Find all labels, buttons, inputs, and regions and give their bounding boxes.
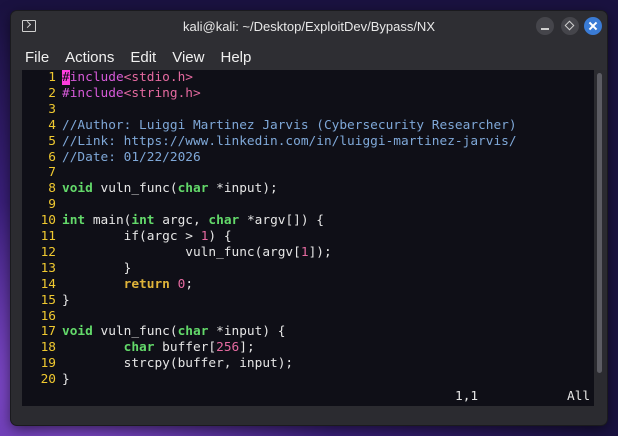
code-token: argc,	[154, 213, 209, 229]
code-token: 1	[300, 244, 309, 260]
code-line: 3	[22, 102, 62, 118]
terminal-editor[interactable]: 1,1 All 1 #include<stdio.h> 2 #include<stri…	[22, 70, 594, 406]
code-line: 15}	[22, 293, 70, 309]
text-cursor: #	[62, 70, 70, 85]
line-number: 3	[48, 101, 56, 117]
code-line: 20}	[22, 372, 70, 388]
code-token: 256	[216, 340, 240, 356]
line-number: 7	[48, 165, 56, 181]
line-number: 10	[40, 213, 56, 229]
maximize-icon[interactable]	[561, 17, 579, 35]
menu-bar: File Actions Edit View Help	[11, 44, 607, 70]
code-token: *argv[]) {	[239, 213, 324, 229]
code-token: #include	[62, 85, 124, 101]
code-line: 5 //Link: https://www.linkedin.com/in/lui…	[22, 133, 517, 150]
scrollbar[interactable]	[596, 70, 603, 406]
code-token: ]);	[308, 244, 332, 260]
cursor-position: 1,1	[455, 389, 479, 404]
code-token: void	[62, 181, 93, 197]
code-token: char	[177, 181, 209, 197]
line-number: 4	[48, 117, 56, 133]
code-token: <string.h>	[123, 85, 201, 101]
code-token: if(argc >	[62, 229, 201, 244]
code-token: }	[62, 260, 132, 276]
line-number: 11	[40, 229, 56, 244]
line-number: 9	[48, 197, 56, 213]
code-token: int	[62, 213, 86, 229]
code-token: include	[69, 70, 124, 85]
code-line: 19 strcpy(buffer, input);	[22, 356, 294, 372]
line-number: 8	[48, 181, 56, 197]
line-number: 1	[48, 70, 56, 85]
code-token: vuln_func(argv[	[62, 244, 301, 260]
code-line: 11 if(argc > 1) {	[22, 229, 232, 245]
line-number: 15	[40, 292, 56, 308]
code-line: 9	[22, 197, 62, 213]
code-token: char	[177, 324, 209, 340]
code-token: vuln_func(	[92, 181, 178, 197]
code-line: 14 return 0;	[22, 277, 193, 293]
code-line: 7	[22, 165, 62, 181]
menu-view[interactable]: View	[172, 49, 204, 66]
window-title: kali@kali: ~/Desktop/ExploitDev/Bypass/N…	[183, 19, 435, 34]
code-token: //Link: https://www.linkedin.com/in/luig…	[62, 133, 517, 149]
code-token: return	[123, 276, 170, 292]
line-number: 5	[48, 133, 56, 149]
code-line: 2 #include<string.h>	[22, 85, 201, 102]
scrollbar-thumb[interactable]	[597, 73, 602, 373]
code-token: *input) {	[208, 324, 286, 340]
menu-edit[interactable]: Edit	[130, 49, 156, 66]
line-number: 12	[40, 244, 56, 260]
code-token: }	[62, 372, 70, 388]
code-token: }	[62, 292, 70, 308]
code-line: 17 void vuln_func(char *input) {	[22, 324, 286, 340]
code-token: strcpy(buffer, input);	[62, 356, 294, 372]
code-line: 16	[22, 309, 62, 325]
line-number: 14	[40, 276, 56, 292]
code-token: main(	[85, 213, 132, 229]
code-token: ) {	[208, 229, 232, 244]
code-line: 12 vuln_func(argv[1]);	[22, 245, 332, 261]
code-line: 6 //Date: 01/22/2026	[22, 149, 201, 166]
code-token: ;	[185, 276, 194, 292]
code-token: //Author: Luiggi Martinez Jarvis (Cybers…	[62, 117, 517, 133]
line-number: 16	[40, 308, 56, 324]
close-icon[interactable]	[584, 17, 602, 35]
line-number: 6	[48, 149, 56, 165]
line-number: 18	[40, 340, 56, 356]
line-number: 2	[48, 85, 56, 101]
code-line: 18 char buffer[256];	[22, 340, 255, 356]
code-token: //Date: 01/22/2026	[62, 149, 201, 165]
title-bar[interactable]: kali@kali: ~/Desktop/ExploitDev/Bypass/N…	[11, 11, 607, 44]
code-line: 8 void vuln_func(char *input);	[22, 181, 278, 197]
menu-file[interactable]: File	[25, 49, 49, 66]
code-token: char	[208, 213, 240, 229]
minimize-icon[interactable]	[536, 17, 554, 35]
menu-actions[interactable]: Actions	[65, 49, 114, 66]
code-token: vuln_func(	[92, 324, 178, 340]
code-token: <stdio.h>	[123, 70, 193, 85]
code-line: 10 int main(int argc, char *argv[]) {	[22, 213, 324, 229]
code-token: int	[131, 213, 155, 229]
code-token: char	[123, 340, 155, 356]
line-number: 13	[40, 260, 56, 276]
code-token: void	[62, 324, 93, 340]
code-token: ];	[239, 340, 255, 356]
line-number: 20	[40, 372, 56, 388]
scroll-indicator: All	[567, 389, 591, 404]
menu-help[interactable]: Help	[220, 49, 251, 66]
line-number: 19	[40, 356, 56, 372]
code-line: 1 #include<stdio.h>	[22, 70, 193, 86]
code-token: buffer[	[154, 340, 217, 356]
code-token: *input);	[208, 181, 278, 197]
terminal-window: kali@kali: ~/Desktop/ExploitDev/Bypass/N…	[11, 11, 607, 425]
code-line: 4 //Author: Luiggi Martinez Jarvis (Cyber…	[22, 117, 517, 134]
line-number: 17	[40, 324, 56, 340]
code-line: 13 }	[22, 260, 132, 277]
